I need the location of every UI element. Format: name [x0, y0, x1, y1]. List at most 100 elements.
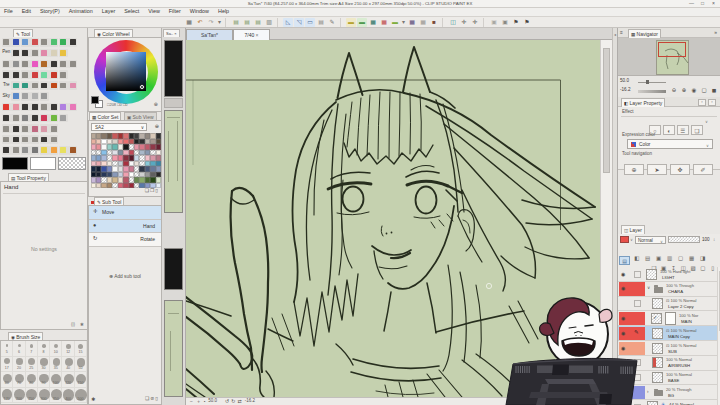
- brush-size-120[interactable]: 120: [62, 372, 74, 388]
- tool-icon[interactable]: [49, 81, 58, 90]
- tool-icon[interactable]: [40, 92, 49, 101]
- subtool-hand[interactable]: ●Hand: [89, 220, 161, 234]
- tool-icon[interactable]: [78, 124, 87, 133]
- tool-icon[interactable]: [78, 114, 87, 123]
- tool-icon[interactable]: [59, 146, 68, 155]
- expression-color-select[interactable]: Color ∨: [627, 139, 713, 149]
- clipboard-icon[interactable]: ▣: [500, 18, 510, 27]
- tool-icon[interactable]: [59, 49, 68, 58]
- tool-icon[interactable]: [11, 114, 20, 123]
- page-thumbnail[interactable]: [164, 300, 183, 397]
- tool-icon[interactable]: [68, 70, 77, 79]
- flip-icon[interactable]: ⇄: [238, 399, 242, 404]
- tool-icon[interactable]: [59, 92, 68, 101]
- navigator-zoom-slider[interactable]: [638, 82, 666, 83]
- brush-size-10[interactable]: 10: [50, 341, 62, 357]
- page-thumbnail[interactable]: [164, 248, 183, 290]
- tool-icon[interactable]: [2, 38, 11, 47]
- brush-size-20[interactable]: 20: [13, 357, 25, 373]
- tool-icon[interactable]: [68, 146, 77, 155]
- tool-nav-button[interactable]: ✥: [670, 164, 690, 175]
- brush-size-12[interactable]: 12: [62, 341, 74, 357]
- zoom-out-button[interactable]: −: [190, 399, 193, 404]
- tool-icon[interactable]: [78, 38, 87, 47]
- regmark2-icon[interactable]: ✛: [470, 18, 480, 27]
- tool-icon[interactable]: [30, 135, 39, 144]
- layer-property-tab[interactable]: ◧ Layer Property: [621, 98, 665, 107]
- tool-nav-button[interactable]: ✐: [693, 164, 713, 175]
- tool-icon[interactable]: [11, 70, 20, 79]
- tool-icon[interactable]: [11, 135, 20, 144]
- ruler-icon[interactable]: ◺: [283, 18, 293, 27]
- tool-icon[interactable]: [40, 81, 49, 90]
- tool-icon[interactable]: [2, 60, 11, 69]
- menu-edit[interactable]: Edit: [22, 9, 31, 14]
- subtool-settings-icon[interactable]: ✱: [91, 397, 95, 402]
- menu-layer[interactable]: Layer: [102, 9, 116, 14]
- canvas-tab-story[interactable]: Sa'Tan*: [186, 29, 233, 40]
- book-icon[interactable]: ▥: [264, 18, 274, 27]
- tool-icon[interactable]: Tre: [2, 81, 11, 90]
- tool-icon[interactable]: [49, 135, 58, 144]
- gear-icon[interactable]: ✱: [80, 322, 84, 327]
- layer-visibility-eye-icon[interactable]: ◉: [621, 272, 625, 277]
- tool-icon[interactable]: [21, 60, 30, 69]
- brush-size-80[interactable]: 80: [26, 372, 38, 388]
- page-thumbnail[interactable]: [164, 110, 183, 213]
- brush-size-40[interactable]: 40: [62, 357, 74, 373]
- tool-icon[interactable]: [68, 114, 77, 123]
- add-sub-tool-button[interactable]: ⊕ Add sub tool: [89, 274, 161, 279]
- menu-file[interactable]: File: [4, 9, 13, 14]
- navigator-preview[interactable]: [618, 38, 720, 76]
- pen2-icon[interactable]: ✎: [327, 18, 337, 27]
- layer-visibility-eye-icon[interactable]: ◉: [621, 286, 625, 291]
- tool-icon[interactable]: [78, 103, 87, 112]
- tool-icon[interactable]: [78, 70, 87, 79]
- tool-icon[interactable]: [30, 124, 39, 133]
- onion-prev-icon[interactable]: ▦: [368, 18, 378, 27]
- tool-icon[interactable]: [49, 146, 58, 155]
- tool-icon[interactable]: [59, 114, 68, 123]
- layer-color-swatch[interactable]: [620, 236, 629, 243]
- tool-icon[interactable]: [49, 38, 58, 47]
- tool-icon[interactable]: [21, 103, 30, 112]
- tool-icon[interactable]: [59, 60, 68, 69]
- tool-icon[interactable]: [40, 70, 49, 79]
- tool-icon[interactable]: [40, 146, 49, 155]
- tool-icon[interactable]: [2, 70, 11, 79]
- page-thumbnail[interactable]: [164, 40, 183, 97]
- brush-size-5[interactable]: 5: [1, 341, 13, 357]
- tool-icon[interactable]: [78, 81, 87, 90]
- effect-icon[interactable]: ◐: [663, 125, 675, 135]
- tool-icon[interactable]: [11, 124, 20, 133]
- foreground-color-swatch[interactable]: [2, 157, 28, 170]
- tool-icon[interactable]: [30, 49, 39, 58]
- menu-help[interactable]: Help: [218, 9, 229, 14]
- menu-filter[interactable]: Filter: [169, 9, 181, 14]
- new-page-icon[interactable]: ▤: [231, 18, 241, 27]
- tool-icon[interactable]: [21, 92, 30, 101]
- tool-icon[interactable]: [2, 146, 11, 155]
- tool-icon[interactable]: [30, 146, 39, 155]
- subtool-move[interactable]: ✛Move: [89, 206, 161, 220]
- brush-size-100[interactable]: 100: [50, 372, 62, 388]
- paste-icon[interactable]: ▣: [489, 18, 499, 27]
- tool-nav-button[interactable]: ⊕: [624, 164, 644, 175]
- background-color-swatch[interactable]: [30, 157, 56, 170]
- tool-icon[interactable]: [30, 103, 39, 112]
- tool-icon[interactable]: [30, 70, 39, 79]
- page-strip-tab[interactable]: Sa.. ×: [163, 29, 180, 37]
- tool-icon[interactable]: [11, 92, 20, 101]
- sub-tool-tab[interactable]: ✎ Sub Tool: [94, 197, 124, 205]
- maximize-button[interactable]: □: [701, 1, 704, 6]
- navigator-tab[interactable]: ▦ Navigator: [628, 29, 661, 38]
- brush-size-300[interactable]: 300: [38, 388, 50, 404]
- tool-icon[interactable]: [68, 92, 77, 101]
- tool-icon[interactable]: [11, 60, 20, 69]
- tool-icon[interactable]: [68, 38, 77, 47]
- brush-size-35[interactable]: 35: [50, 357, 62, 373]
- rotate-right-icon[interactable]: ↻: [231, 399, 235, 404]
- layer-edit-toggle[interactable]: ▤: [619, 256, 630, 265]
- brush-size-8[interactable]: 8: [38, 341, 50, 357]
- tool-icon[interactable]: [59, 135, 68, 144]
